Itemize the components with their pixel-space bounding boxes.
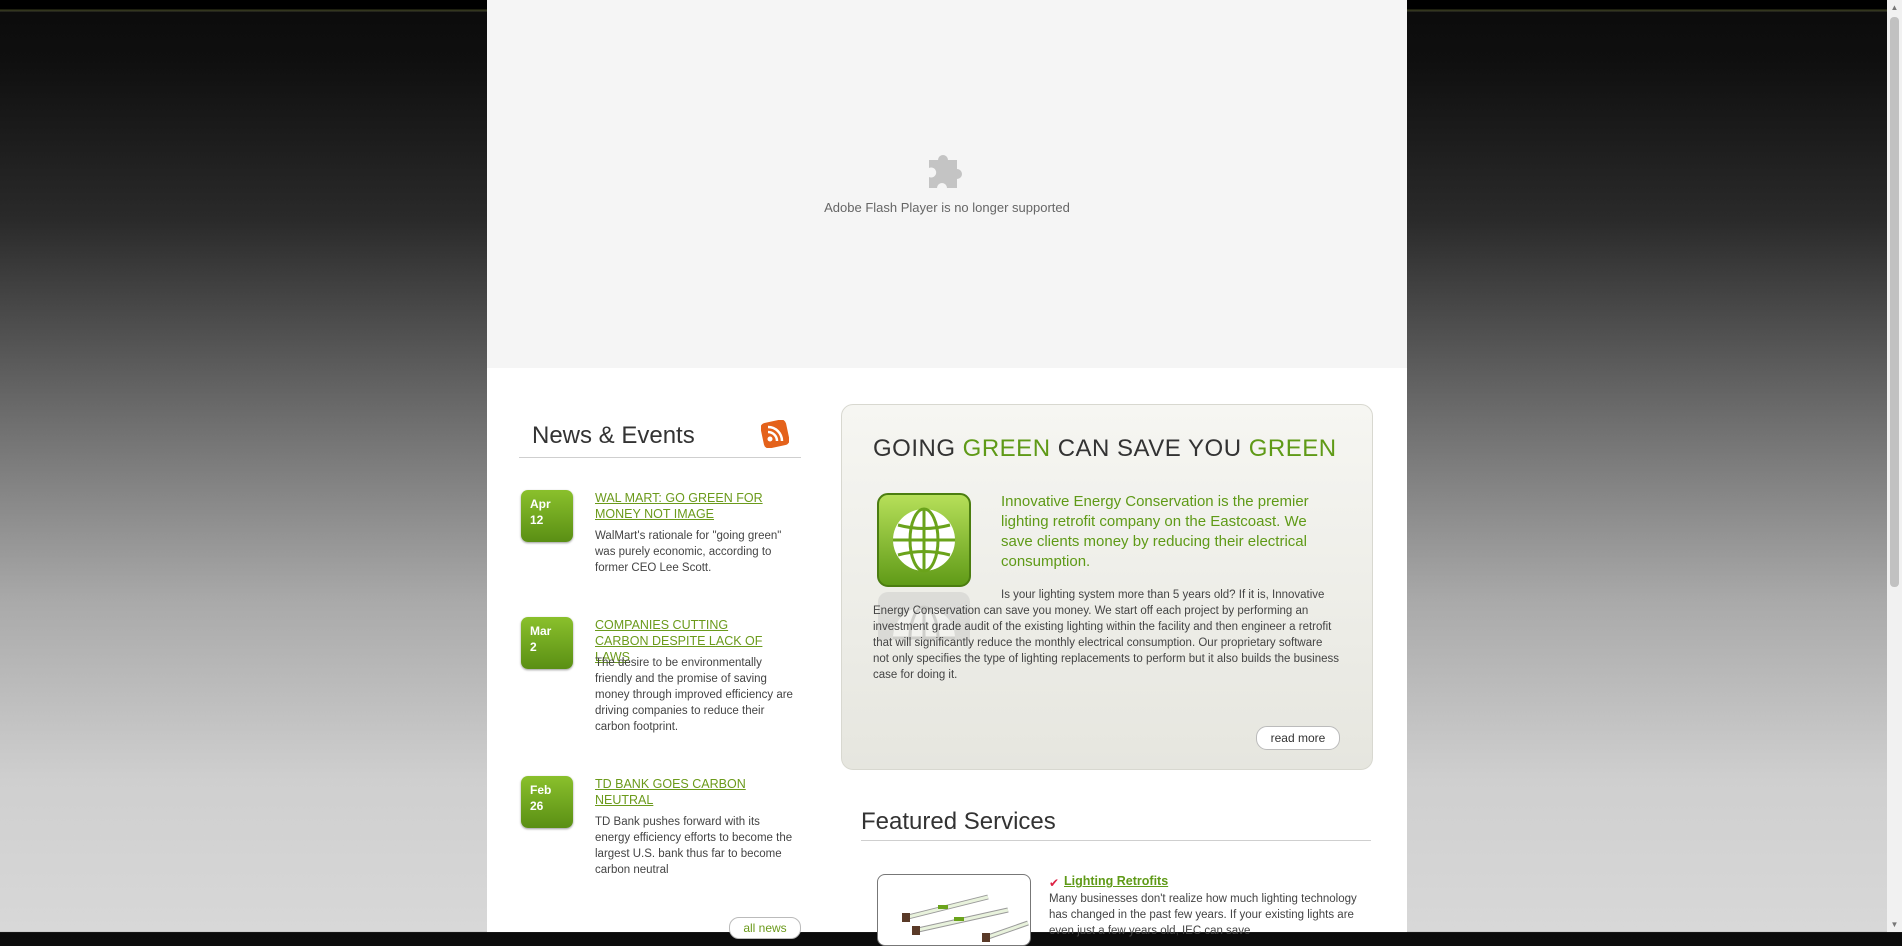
scroll-up-arrow-icon[interactable]: ▲ [1887,0,1902,15]
news-events-section: News & Events Apr 12 WAL MART: GO GREEN F… [519,410,801,939]
service-link-lighting-retrofits[interactable]: Lighting Retrofits [1064,874,1168,888]
flash-message: Adobe Flash Player is no longer supporte… [824,200,1070,215]
date-month: Apr [530,497,551,511]
featured-title: Featured Services [861,808,1056,835]
date-badge: Feb 26 [521,776,573,828]
news-item-desc: The desire to be environmentally friendl… [595,657,793,733]
intro-body: Is your lighting system more than 5 year… [873,587,1341,683]
date-month: Feb [530,783,552,797]
lighting-tubes-image[interactable] [877,874,1031,946]
intro-lead: Innovative Energy Conservation is the pr… [1001,493,1309,570]
date-day: 2 [530,640,537,654]
news-item-link[interactable]: TD BANK GOES CARBON NEUTRAL [595,776,785,808]
all-news-button[interactable]: all news [729,917,801,939]
news-item-link[interactable]: WAL MART: GO GREEN FOR MONEY NOT IMAGE [595,490,785,522]
read-more-button[interactable]: read more [1256,726,1340,750]
date-day: 12 [530,513,544,527]
news-title: News & Events [532,422,695,449]
date-day: 26 [530,799,544,813]
featured-services: Featured Services ✔ Lighting Retrofits M… [861,804,1371,946]
intro-panel: GOING GREEN CAN SAVE YOU GREEN Innovativ… [841,404,1373,770]
featured-header: Featured Services [861,804,1371,841]
date-badge: Apr 12 [521,490,573,542]
title-part: GOING [873,435,963,462]
scroll-down-arrow-icon[interactable]: ▼ [1887,917,1902,932]
date-badge: Mar 2 [521,617,573,669]
title-part-green: GREEN [962,435,1051,462]
date-month: Mar [530,624,552,638]
page-container: Adobe Flash Player is no longer supporte… [487,0,1407,946]
rss-icon[interactable] [761,420,789,448]
news-header: News & Events [519,410,801,458]
news-item-desc: WalMart's rationale for "going green" wa… [595,530,782,574]
flash-placeholder: Adobe Flash Player is no longer supporte… [487,0,1407,368]
intro-body-text: Is your lighting system more than 5 year… [873,589,1340,681]
globe-icon [877,493,971,587]
intro-title: GOING GREEN CAN SAVE YOU GREEN [873,435,1337,463]
scrollbar[interactable]: ▲ ▼ [1887,0,1902,932]
news-item-desc: TD Bank pushes forward with its energy e… [595,816,793,876]
title-part: CAN SAVE YOU [1050,435,1249,462]
check-icon: ✔ [1049,876,1060,890]
title-part-green: GREEN [1248,435,1337,462]
puzzle-icon [929,155,962,188]
scrollbar-thumb[interactable] [1890,17,1899,587]
